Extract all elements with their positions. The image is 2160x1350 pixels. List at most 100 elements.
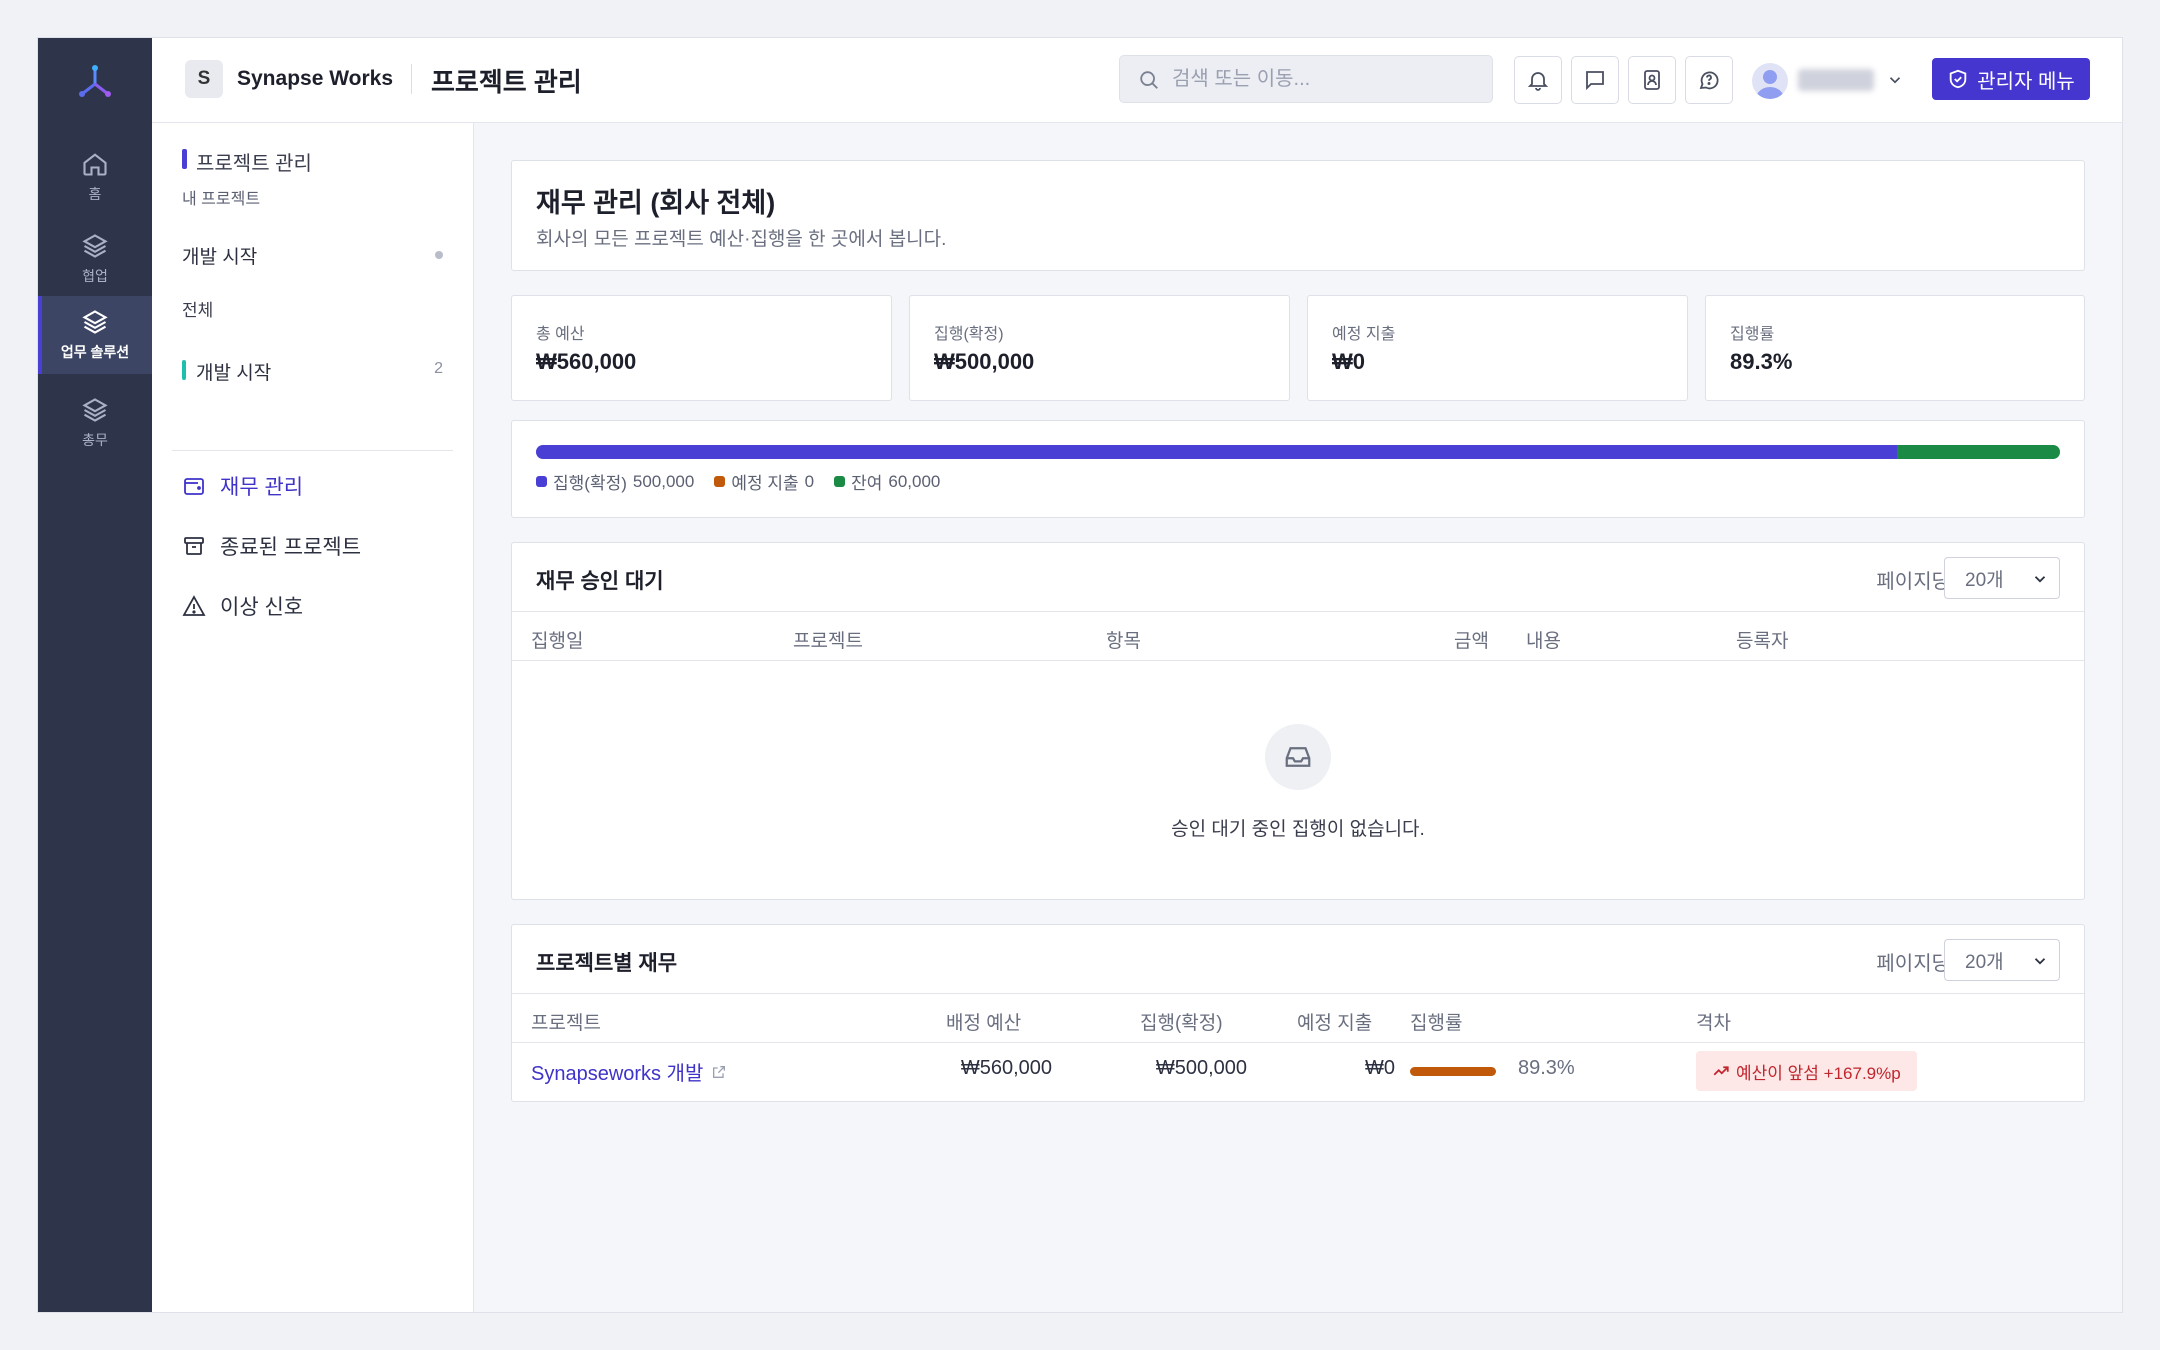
layers-icon — [82, 398, 108, 422]
subnav-link-finance[interactable]: 재무 관리 — [182, 471, 303, 501]
stat-value: 89.3% — [1730, 349, 1793, 374]
rail-item-collab[interactable]: 협업 — [38, 220, 152, 298]
stat-value: ₩500,000 — [934, 349, 1035, 374]
rail-item-general-affairs[interactable]: 총무 — [38, 384, 152, 462]
inbox-icon — [1285, 747, 1311, 767]
legend-label: 잔여 — [851, 474, 883, 493]
legend-item-planned: 예정 지출 0 — [714, 469, 814, 494]
notifications-button[interactable] — [1514, 56, 1562, 104]
subnav-item-dev-start-group[interactable]: 개발 시작 — [182, 358, 271, 385]
budget-bar-card: 집행(확정) 500,000 예정 지출 0 잔여 60,000 — [511, 420, 2085, 518]
subnav-section-title: 프로젝트 관리 — [182, 147, 312, 176]
rail-item-label: 홈 — [88, 186, 102, 202]
subnav-link-anomalies[interactable]: 이상 신호 — [182, 591, 303, 621]
wallet-icon — [184, 478, 204, 495]
gap-text: 예산이 앞섬 +167.9%p — [1736, 1063, 1901, 1083]
stat-value: ₩560,000 — [536, 349, 637, 374]
app-window: 홈 협업 업무 솔루션 총무 S Synapse Works 프로젝트 관리 검… — [37, 37, 2123, 1313]
gap-badge: 예산이 앞섬 +167.9%p — [1696, 1051, 1917, 1091]
column-header[interactable]: 예정 지출 — [1297, 1008, 1372, 1035]
subnav-subsection: 내 프로젝트 — [182, 191, 261, 208]
subnav-link-closed-projects[interactable]: 종료된 프로젝트 — [182, 531, 361, 561]
pending-approvals-card: 재무 승인 대기 페이지당 20개 집행일 프로젝트 항목 금액 내용 등록자 … — [511, 542, 2085, 900]
subnav-item-all[interactable]: 전체 — [182, 296, 213, 321]
per-page-value: 20개 — [1965, 951, 2004, 973]
legend-swatch — [714, 476, 726, 487]
stat-label: 총 예산 — [536, 326, 585, 343]
section-title: 프로젝트별 재무 — [536, 952, 678, 975]
app-logo-icon[interactable] — [76, 62, 114, 100]
allocated-budget: ₩560,000 — [960, 1057, 1052, 1079]
help-icon — [1699, 71, 1719, 90]
stat-label: 예정 지출 — [1332, 326, 1396, 343]
user-name-redacted[interactable] — [1798, 69, 1874, 91]
messages-button[interactable] — [1571, 56, 1619, 104]
legend-value: 60,000 — [888, 471, 941, 491]
layers-icon — [82, 310, 108, 334]
subnav-link-label: 재무 관리 — [220, 476, 304, 499]
column-header[interactable]: 배정 예산 — [946, 1008, 1021, 1035]
column-header[interactable]: 금액 — [1454, 626, 1489, 653]
admin-menu-button[interactable]: 관리자 메뉴 — [1932, 58, 2090, 100]
external-link-icon — [713, 1065, 726, 1078]
column-header[interactable]: 집행률 — [1410, 1008, 1462, 1035]
column-header[interactable]: 프로젝트 — [793, 626, 863, 653]
chevron-down-icon — [2034, 958, 2046, 965]
rail-item-work-solution[interactable]: 업무 솔루션 — [38, 296, 152, 374]
subnav-item-dev-start[interactable]: 개발 시작 — [182, 242, 257, 269]
stat-label: 집행률 — [1730, 326, 1775, 343]
legend-item-executed: 집행(확정) 500,000 — [536, 469, 694, 494]
project-finance-card: 프로젝트별 재무 페이지당 20개 프로젝트 배정 예산 집행(확정) 예정 지… — [511, 924, 2085, 1102]
per-page-select[interactable]: 20개 — [1944, 939, 2060, 981]
rail-item-home[interactable]: 홈 — [38, 138, 152, 216]
chevron-down-icon[interactable] — [1886, 71, 1904, 89]
per-page-select[interactable]: 20개 — [1944, 557, 2060, 599]
column-header[interactable]: 등록자 — [1736, 626, 1788, 653]
user-avatar[interactable] — [1752, 63, 1788, 99]
legend-swatch — [834, 476, 846, 487]
trending-up-icon — [1713, 1066, 1729, 1076]
column-header[interactable]: 격차 — [1696, 1008, 1731, 1035]
subnav-link-label: 이상 신호 — [220, 596, 304, 619]
admin-menu-label: 관리자 메뉴 — [1977, 70, 2075, 93]
column-header[interactable]: 항목 — [1106, 626, 1141, 653]
org-avatar[interactable]: S — [185, 60, 223, 98]
main-content: 재무 관리 (회사 전체) 회사의 모든 프로젝트 예산·집행을 한 곳에서 봅… — [474, 123, 2122, 1312]
table-header: 프로젝트 배정 예산 집행(확정) 예정 지출 집행률 격차 — [512, 993, 2084, 1043]
column-header[interactable]: 집행일 — [531, 626, 583, 653]
subnav-item-count: 2 — [434, 360, 443, 377]
search-box[interactable] — [1119, 55, 1493, 103]
stat-value: ₩0 — [1332, 349, 1365, 374]
subnav-link-label: 종료된 프로젝트 — [220, 536, 362, 559]
legend-swatch — [536, 476, 547, 487]
stat-card-total-budget: 총 예산 ₩560,000 — [511, 295, 892, 401]
search-input[interactable] — [1172, 56, 1482, 102]
empty-state-icon — [1265, 724, 1331, 790]
legend-item-remaining: 잔여 60,000 — [834, 469, 940, 494]
warning-icon — [182, 595, 206, 616]
stat-card-planned: 예정 지출 ₩0 — [1307, 295, 1688, 401]
execution-rate-bar — [1410, 1067, 1496, 1076]
org-name[interactable]: Synapse Works — [237, 67, 393, 91]
chevron-down-icon — [2034, 576, 2046, 583]
project-link[interactable]: Synapseworks 개발 — [531, 1057, 727, 1086]
column-header[interactable]: 집행(확정) — [1140, 1008, 1223, 1035]
header-divider — [411, 64, 412, 94]
subnav-divider — [172, 450, 453, 451]
rail-item-label: 업무 솔루션 — [60, 344, 130, 360]
per-page-label: 페이지당 — [1876, 953, 1950, 975]
column-header[interactable]: 내용 — [1526, 626, 1561, 653]
contacts-button[interactable] — [1628, 56, 1676, 104]
user-icon — [1756, 70, 1784, 99]
rail-item-label: 협업 — [82, 268, 108, 284]
stat-label: 집행(확정) — [934, 326, 1004, 343]
stat-card-execution-rate: 집행률 89.3% — [1705, 295, 2085, 401]
planned-amount: ₩0 — [1365, 1057, 1395, 1079]
column-header[interactable]: 프로젝트 — [531, 1008, 601, 1035]
help-button[interactable] — [1685, 56, 1733, 104]
shield-check-icon — [1949, 69, 1967, 89]
executed-amount: ₩500,000 — [1155, 1057, 1247, 1079]
home-icon — [83, 153, 107, 176]
budget-progress-bar — [536, 445, 2060, 459]
bell-icon — [1527, 72, 1549, 91]
